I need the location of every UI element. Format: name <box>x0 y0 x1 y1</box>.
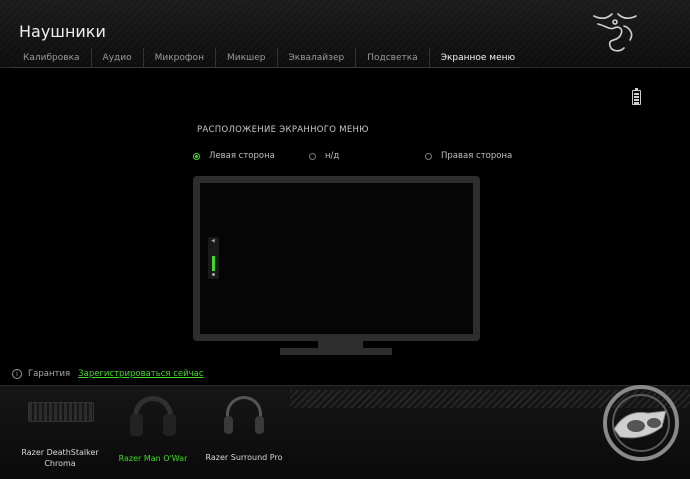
monitor-neck <box>318 341 363 348</box>
tab-audio[interactable]: Аудио <box>92 48 144 68</box>
warranty-row: i Гарантия Зарегистрироваться сейчас <box>12 368 204 380</box>
device-name: Razer Man O'War <box>118 454 188 463</box>
tab-mixer[interactable]: Микшер <box>216 48 278 68</box>
tab-equalizer[interactable]: Эквалайзер <box>278 48 357 68</box>
tab-calibration[interactable]: Калибровка <box>12 48 92 68</box>
speaker-icon: ◀ <box>211 238 215 244</box>
tab-osd[interactable]: Экранное меню <box>430 48 526 68</box>
radio-right-side[interactable]: Правая сторона <box>425 150 512 162</box>
device-surround-pro[interactable]: Razer Surround Pro <box>202 386 286 479</box>
osd-position-title: РАСПОЛОЖЕНИЕ ЭКРАННОГО МЕНЮ <box>197 125 369 135</box>
monitor-preview <box>193 176 480 341</box>
tab-microphone[interactable]: Микрофон <box>144 48 216 68</box>
osd-overlay-preview: ◀ <box>208 237 219 279</box>
tab-divider <box>12 67 520 68</box>
watermark-logo-icon <box>603 385 679 461</box>
radio-left-side[interactable]: Левая сторона <box>193 150 275 162</box>
tab-bar: Калибровка Аудио Микрофон Микшер Эквалай… <box>12 48 515 68</box>
battery-icon <box>632 88 641 105</box>
device-deathstalker[interactable]: Razer DeathStalker Chroma <box>16 386 104 479</box>
radio-left-label: Левая сторона <box>209 151 275 161</box>
radio-right-label: Правая сторона <box>441 151 513 161</box>
device-manowar[interactable]: Razer Man O'War <box>112 386 194 479</box>
radio-na[interactable]: н/д <box>309 150 339 162</box>
tab-lighting[interactable]: Подсветка <box>356 48 430 68</box>
mic-icon <box>212 273 215 276</box>
radio-selected-icon[interactable] <box>193 152 200 160</box>
page-title: Наушники <box>19 22 106 41</box>
radio-unselected-icon[interactable] <box>425 152 432 160</box>
radio-unselected-icon[interactable] <box>309 152 316 160</box>
device-name: Razer DeathStalker Chroma <box>21 448 99 468</box>
keyboard-icon <box>28 402 94 422</box>
device-bar: Razer DeathStalker Chroma Razer Man O'Wa… <box>0 385 690 479</box>
warranty-label: Гарантия <box>28 369 71 379</box>
device-name: Razer Surround Pro <box>205 453 283 462</box>
header: Наушники Калибровка Аудио Микрофон Микше… <box>0 0 690 68</box>
radio-na-label: н/д <box>325 151 340 161</box>
register-now-link[interactable]: Зарегистрироваться сейчас <box>78 369 203 379</box>
volume-level-bar <box>212 256 215 271</box>
razer-logo-icon <box>593 13 637 52</box>
monitor-stand <box>280 348 392 355</box>
info-icon: i <box>12 369 22 379</box>
